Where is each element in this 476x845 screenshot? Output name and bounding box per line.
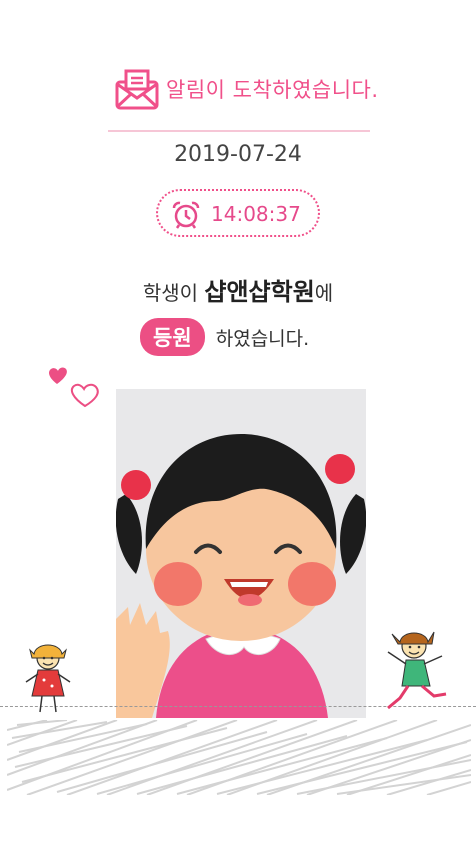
kid-left-illustration [25, 644, 71, 713]
notification-header: 알림이 도착하였습니다. [0, 62, 476, 112]
status-suffix: 하였습니다. [215, 327, 310, 350]
message-line-1: 학생이 샵앤샵학원에 [0, 272, 476, 307]
status-badge: 등원 [140, 318, 205, 356]
time-badge: 14:08:37 [156, 189, 320, 237]
ground-scribble [7, 720, 471, 795]
academy-name: 샵앤샵학원 [204, 278, 315, 306]
alarm-clock-icon [172, 201, 200, 229]
hearts-icon [49, 367, 99, 408]
notification-time: 14:08:37 [211, 202, 301, 226]
notification-date: 2019-07-24 [174, 142, 302, 167]
message-prefix: 학생이 [142, 281, 199, 305]
student-photo [116, 389, 366, 718]
message-suffix: 에 [314, 281, 334, 305]
header-divider [108, 130, 370, 132]
kid-right-illustration [387, 631, 447, 710]
notification-title: 알림이 도착하였습니다. [166, 78, 379, 102]
mail-icon [115, 69, 159, 110]
message-line-2: 등원 하였습니다. [140, 318, 310, 356]
